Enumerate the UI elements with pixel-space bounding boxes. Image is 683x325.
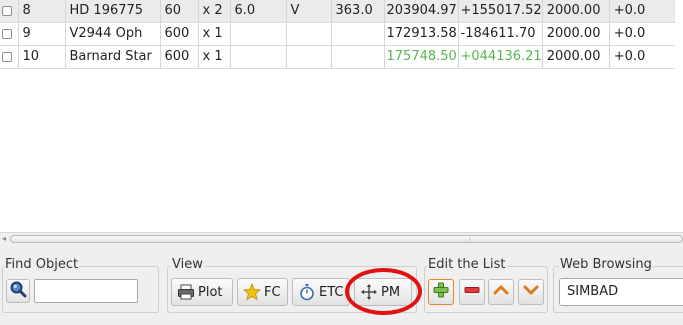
cell-repeat: x 1 — [198, 45, 231, 69]
move-up-button[interactable] — [488, 279, 514, 305]
add-target-button[interactable] — [428, 279, 454, 305]
cell-magnitude — [230, 45, 287, 69]
cell-value: 363.0 — [331, 0, 385, 23]
scrollbar-thumb[interactable]: ⁞ — [10, 235, 683, 243]
cell-repeat: x 1 — [198, 22, 231, 46]
find-button[interactable] — [6, 279, 30, 303]
cell-value — [331, 22, 385, 46]
cell-filter — [286, 45, 332, 69]
view-title: View — [171, 257, 204, 273]
table-row[interactable]: 8 HD 196775 60 x 2 6.0 V 363.0 203904.97… — [0, 0, 676, 23]
proper-motion-button[interactable]: PM — [354, 278, 412, 306]
cell-object-name: Barnard Star — [65, 45, 161, 69]
cell-ra: 172913.58 — [384, 22, 459, 46]
cell-filter — [286, 22, 332, 46]
target-table: 8 HD 196775 60 x 2 6.0 V 363.0 203904.97… — [0, 0, 683, 232]
cell-dec: +155017.52 — [458, 0, 543, 23]
cell-exposure: 600 — [160, 45, 199, 69]
edit-list-title: Edit the List — [427, 257, 507, 273]
cell-dec: -184611.70 — [458, 22, 543, 46]
cell-object-name: HD 196775 — [65, 0, 161, 23]
chevron-down-icon — [522, 281, 540, 303]
magnifier-icon — [9, 280, 27, 302]
etc-label: ETC — [319, 284, 344, 300]
cell-epoch: 2000.00 — [542, 22, 610, 46]
printer-icon — [177, 283, 195, 301]
fc-label: FC — [264, 284, 281, 300]
cell-number: 10 — [18, 45, 66, 69]
pm-label: PM — [381, 284, 401, 300]
plot-button[interactable]: Plot — [171, 278, 233, 306]
cell-filter: V — [286, 0, 332, 23]
table-row[interactable]: 9 V2944 Oph 600 x 1 172913.58 -184611.70… — [0, 22, 676, 46]
finding-chart-button[interactable]: FC — [237, 278, 288, 306]
cell-exposure: 600 — [160, 22, 199, 46]
minus-icon — [463, 281, 481, 303]
cell-number: 9 — [18, 22, 66, 46]
cell-epoch: 2000.00 — [542, 0, 610, 23]
remove-target-button[interactable] — [459, 279, 485, 305]
cell-number: 8 — [18, 0, 66, 23]
row-checkbox[interactable] — [2, 28, 12, 39]
cell-repeat: x 2 — [198, 0, 231, 23]
cell-epoch: 2000.00 — [542, 45, 610, 69]
cell-ra: 203904.97 — [384, 0, 459, 23]
cell-value — [331, 45, 385, 69]
row-checkbox[interactable] — [2, 51, 12, 62]
row-checkbox[interactable] — [2, 5, 12, 16]
etc-button[interactable]: ETC — [292, 278, 350, 306]
cell-dec: +044136.21 — [458, 45, 543, 69]
chevron-up-icon — [492, 281, 510, 303]
move-down-button[interactable] — [518, 279, 544, 305]
cell-proper-motion: +0.0 — [613, 3, 646, 18]
grip-icon: ⁞ — [469, 236, 471, 243]
web-service-select[interactable]: SIMBAD — [559, 278, 683, 306]
horizontal-scrollbar[interactable]: ◂ ⁞ — [0, 232, 683, 245]
plus-icon — [432, 281, 450, 303]
cell-ra: 175748.50 — [384, 45, 459, 69]
plot-label: Plot — [198, 284, 223, 300]
web-browsing-title: Web Browsing — [559, 257, 653, 273]
stopwatch-icon — [298, 283, 316, 301]
cell-proper-motion: +0.0 — [613, 49, 646, 64]
star-icon — [243, 283, 261, 301]
table-row[interactable]: 10 Barnard Star 600 x 1 175748.50 +04413… — [0, 45, 676, 69]
find-object-title: Find Object — [4, 257, 80, 273]
scroll-left-icon[interactable]: ◂ — [2, 234, 6, 244]
cell-magnitude — [230, 22, 287, 46]
cell-proper-motion: +0.0 — [613, 26, 646, 41]
cell-object-name: V2944 Oph — [65, 22, 161, 46]
find-object-input[interactable] — [34, 279, 138, 303]
cell-magnitude: 6.0 — [230, 0, 287, 23]
move-arrows-icon — [360, 283, 378, 301]
cell-exposure: 60 — [160, 0, 199, 23]
